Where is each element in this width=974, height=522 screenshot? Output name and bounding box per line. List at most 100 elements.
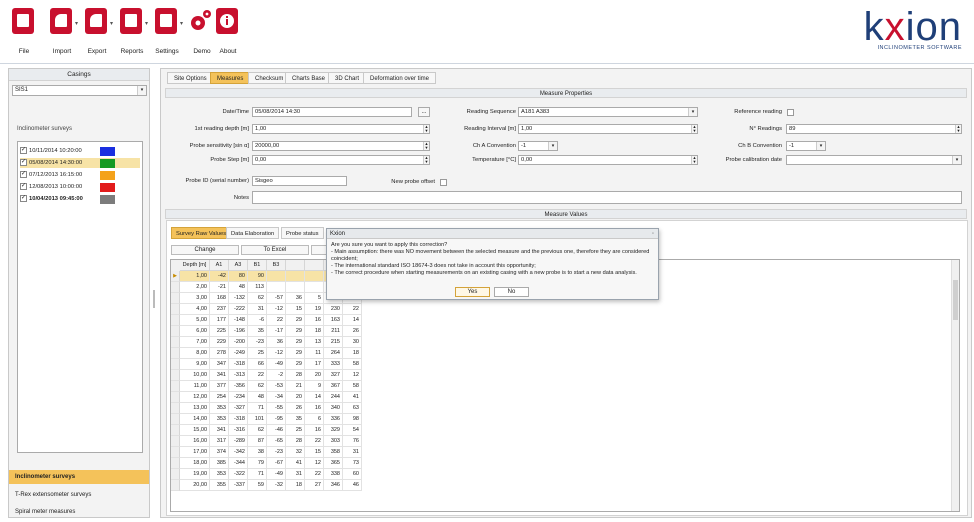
grid-cell[interactable]: 12 (305, 458, 324, 469)
grid-cell[interactable]: 229 (210, 337, 229, 348)
grid-cell[interactable]: 29 (286, 326, 305, 337)
grid-cell[interactable] (286, 271, 305, 282)
grid-cell[interactable]: 113 (248, 282, 267, 293)
grid-cell[interactable]: 71 (248, 469, 267, 480)
grid-cell[interactable]: 377 (210, 381, 229, 392)
to-excel-button[interactable]: To Excel (241, 245, 309, 255)
grid-cell[interactable]: 20,00 (180, 480, 210, 491)
settings-button[interactable]: ▾ Settings (147, 4, 187, 60)
grid-cell[interactable]: -356 (229, 381, 248, 392)
grid-cell[interactable]: 32 (286, 447, 305, 458)
grid-cell[interactable]: 54 (343, 425, 362, 436)
probe-id-field[interactable]: Sisgeo (252, 176, 347, 186)
grid-cell[interactable]: -196 (229, 326, 248, 337)
grid-column-header[interactable]: A1 [digit] (210, 260, 229, 279)
tab-data-elaboration[interactable]: Data Elaboration (226, 227, 280, 239)
grid-cell[interactable]: 31 (286, 469, 305, 480)
survey-item[interactable]: ✓ 10/04/2013 09:45:00 (20, 194, 140, 204)
grid-cell[interactable]: -316 (229, 425, 248, 436)
row-selector[interactable] (171, 447, 180, 458)
spinner-icon[interactable]: ▲ ▼ (691, 156, 697, 164)
grid-cell[interactable]: -6 (248, 315, 267, 326)
row-selector[interactable] (171, 293, 180, 304)
grid-cell[interactable]: -12 (267, 348, 286, 359)
row-selector[interactable] (171, 381, 180, 392)
grid-cell[interactable]: 6 (305, 414, 324, 425)
grid-cell[interactable]: 13,00 (180, 403, 210, 414)
grid-cell[interactable]: 18 (286, 480, 305, 491)
grid-cell[interactable]: 62 (248, 425, 267, 436)
grid-cell[interactable]: -23 (248, 337, 267, 348)
grid-cell[interactable]: 341 (210, 370, 229, 381)
grid-cell[interactable]: 215 (324, 337, 343, 348)
change-button[interactable]: Change (171, 245, 239, 255)
grid-cell[interactable]: 237 (210, 304, 229, 315)
grid-cell[interactable]: 22 (305, 436, 324, 447)
casing-select[interactable]: SIS1 ▾ (12, 85, 147, 96)
grid-cell[interactable]: 341 (210, 425, 229, 436)
grid-cell[interactable]: 46 (343, 480, 362, 491)
grid-cell[interactable]: 29 (286, 348, 305, 359)
grid-cell[interactable]: 20 (286, 392, 305, 403)
grid-cell[interactable]: 36 (286, 293, 305, 304)
export-button[interactable]: ▾ Export (77, 4, 117, 60)
grid-cell[interactable]: 15 (286, 304, 305, 315)
grid-cell[interactable]: 66 (248, 359, 267, 370)
reports-button[interactable]: ▾ Reports (112, 4, 152, 60)
new-probe-offset-checkbox[interactable] (440, 179, 447, 186)
grid-cell[interactable]: -21 (210, 282, 229, 293)
grid-cell[interactable]: 347 (210, 359, 229, 370)
grid-cell[interactable]: 230 (324, 304, 343, 315)
grid-cell[interactable]: 31 (343, 447, 362, 458)
grid-cell[interactable]: 62 (248, 293, 267, 304)
survey-color-swatch[interactable] (100, 159, 115, 168)
chevron-down-icon[interactable]: ▾ (137, 86, 146, 95)
grid-cell[interactable]: 4,00 (180, 304, 210, 315)
chevron-down-icon[interactable]: ▾ (548, 142, 557, 150)
grid-cell[interactable]: 58 (343, 381, 362, 392)
row-selector[interactable] (171, 403, 180, 414)
grid-cell[interactable]: 353 (210, 403, 229, 414)
grid-cell[interactable]: 26 (343, 326, 362, 337)
survey-color-swatch[interactable] (100, 195, 115, 204)
row-selector[interactable] (171, 337, 180, 348)
grid-cell[interactable]: -46 (267, 425, 286, 436)
grid-cell[interactable] (286, 282, 305, 293)
step-field[interactable]: 0,00 ▲ ▼ (252, 155, 430, 165)
grid-cell[interactable]: 353 (210, 414, 229, 425)
grid-cell[interactable]: 48 (229, 282, 248, 293)
grid-cell[interactable]: 2,00 (180, 282, 210, 293)
grid-cell[interactable]: -249 (229, 348, 248, 359)
grid-cell[interactable]: 18,00 (180, 458, 210, 469)
grid-cell[interactable]: 374 (210, 447, 229, 458)
spinner-icon[interactable]: ▲ ▼ (423, 125, 429, 133)
sensitivity-field[interactable]: 20000,00 ▲ ▼ (252, 141, 430, 151)
grid-cell[interactable]: -17 (267, 326, 286, 337)
chb-convention-select[interactable]: -1 ▾ (786, 141, 826, 151)
calibration-date-select[interactable]: ▾ (786, 155, 962, 165)
grid-cell[interactable]: 29 (286, 315, 305, 326)
grid-cell[interactable]: 9,00 (180, 359, 210, 370)
close-icon[interactable]: ▫ (652, 229, 654, 239)
grid-cell[interactable]: 17 (305, 359, 324, 370)
import-button[interactable]: ▾ Import (42, 4, 82, 60)
grid-cell[interactable]: 26 (286, 403, 305, 414)
grid-cell[interactable]: 355 (210, 480, 229, 491)
survey-color-swatch[interactable] (100, 171, 115, 180)
survey-item[interactable]: ✓ 10/11/2014 10:20:00 (20, 146, 140, 156)
grid-cell[interactable]: 346 (324, 480, 343, 491)
survey-color-swatch[interactable] (100, 183, 115, 192)
survey-checkbox[interactable]: ✓ (20, 170, 27, 178)
first-depth-field[interactable]: 1,00 ▲ ▼ (252, 124, 430, 134)
grid-column-header[interactable] (305, 260, 324, 271)
grid-cell[interactable]: -234 (229, 392, 248, 403)
grid-cell[interactable]: 31 (248, 304, 267, 315)
grid-cell[interactable]: 1,00 (180, 271, 210, 282)
grid-cell[interactable]: 48 (248, 392, 267, 403)
yes-button[interactable]: Yes (455, 287, 490, 297)
grid-cell[interactable]: 15 (305, 447, 324, 458)
chevron-down-icon[interactable]: ▾ (952, 156, 961, 164)
row-selector[interactable] (171, 425, 180, 436)
grid-cell[interactable]: 25 (286, 425, 305, 436)
n-readings-field[interactable]: 89 ▲ ▼ (786, 124, 962, 134)
